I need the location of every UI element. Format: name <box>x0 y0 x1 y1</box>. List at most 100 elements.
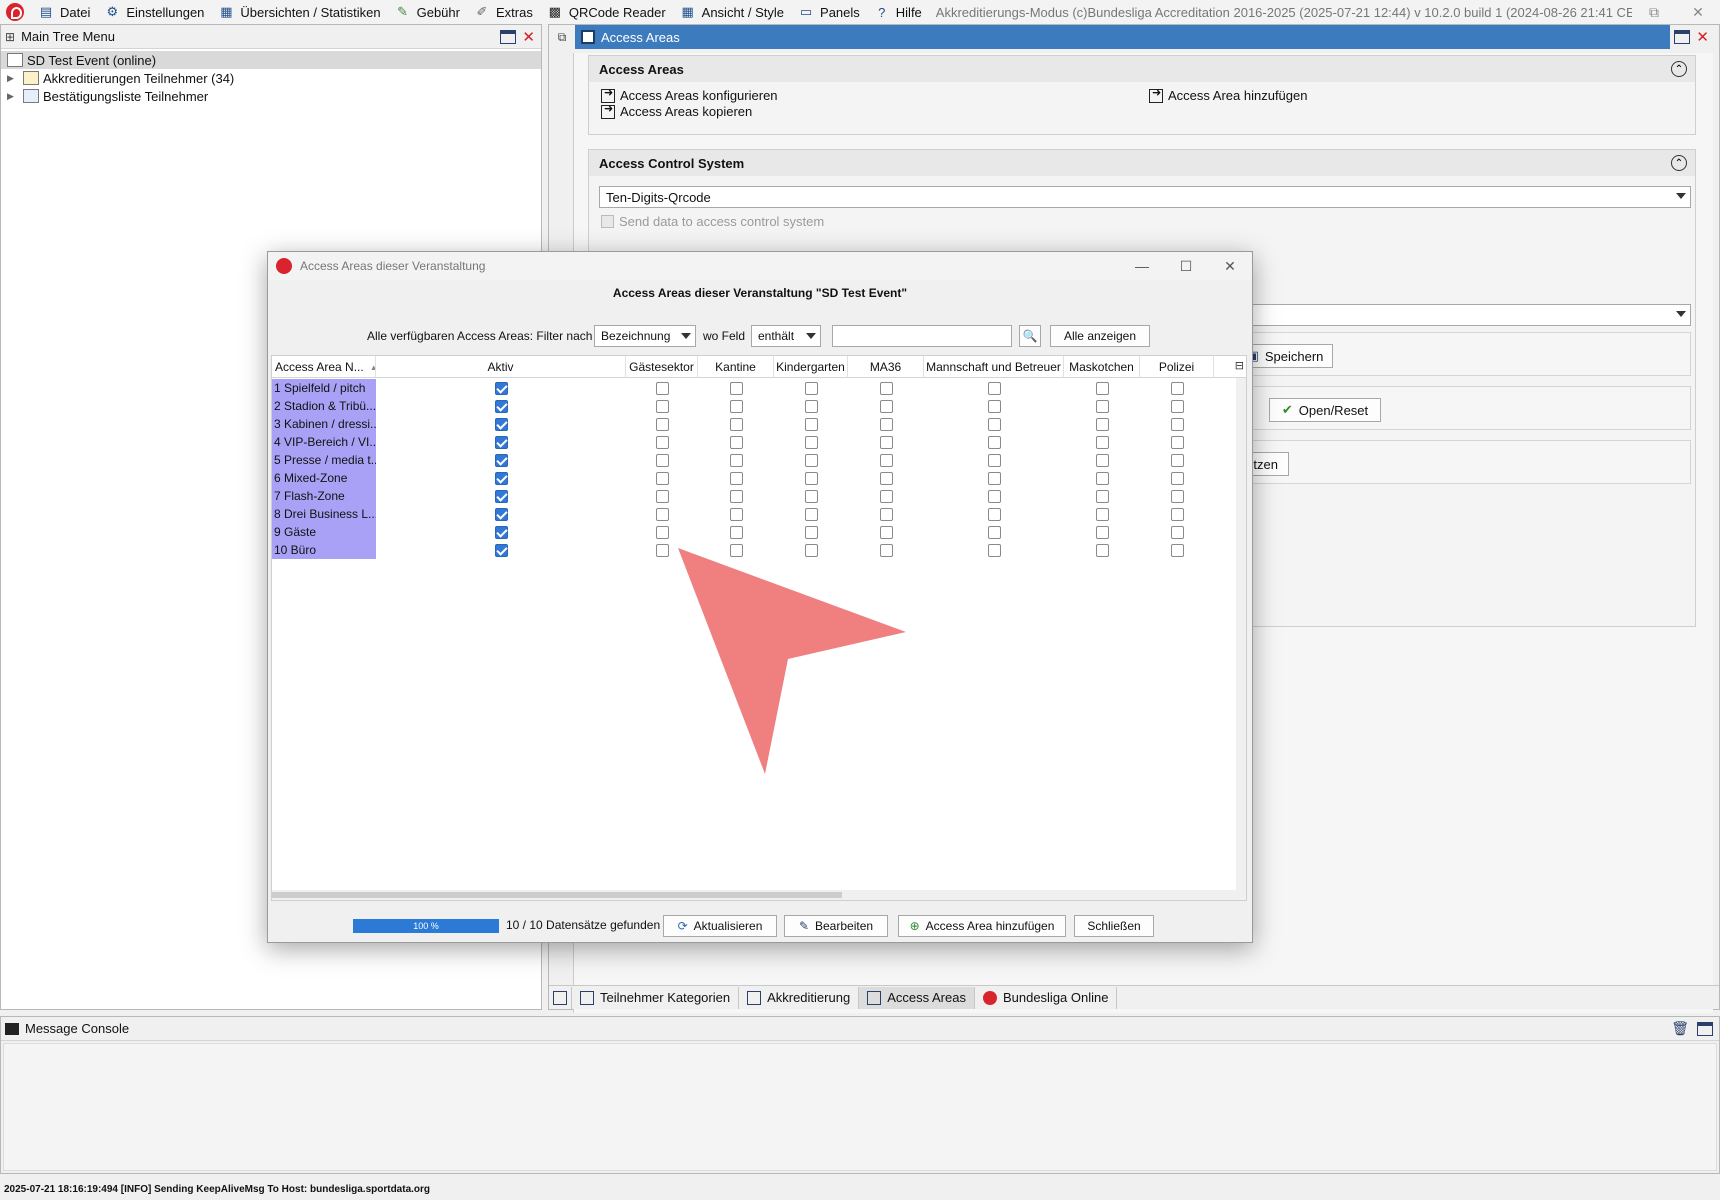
scroll-thumb[interactable] <box>272 892 842 898</box>
show-all-button[interactable]: Alle anzeigen <box>1050 325 1150 347</box>
area-checkbox[interactable] <box>879 435 893 449</box>
area-checkbox[interactable] <box>1095 417 1109 431</box>
close-panel-icon[interactable]: ✕ <box>522 28 535 46</box>
column-header[interactable]: Kindergarten <box>774 356 848 378</box>
area-name-cell[interactable]: 3 Kabinen / dressi... <box>272 415 376 433</box>
area-checkbox[interactable] <box>1095 507 1109 521</box>
aktiv-checkbox[interactable] <box>494 507 508 521</box>
minimize-icon[interactable]: — <box>1120 258 1164 274</box>
area-checkbox[interactable] <box>879 417 893 431</box>
area-name-cell[interactable]: 9 Gäste <box>272 523 376 541</box>
area-name-cell[interactable]: 6 Mixed-Zone <box>272 469 376 487</box>
area-checkbox[interactable] <box>879 471 893 485</box>
tab-bundesliga-online[interactable]: Bundesliga Online <box>975 986 1118 1009</box>
menu-gebuehr[interactable]: ✎ Gebühr <box>389 0 468 24</box>
link-configure-access-areas[interactable]: Access Areas konfigurieren <box>601 86 778 103</box>
close-icon[interactable]: ✕ <box>1208 258 1252 275</box>
area-checkbox[interactable] <box>729 489 743 503</box>
aktiv-checkbox[interactable] <box>494 453 508 467</box>
column-header[interactable]: Access Area N...▲ <box>272 356 376 378</box>
aktiv-checkbox[interactable] <box>494 471 508 485</box>
area-checkbox[interactable] <box>1095 471 1109 485</box>
panel-tab-access-areas[interactable]: Access Areas <box>575 25 1671 49</box>
area-checkbox[interactable] <box>1170 471 1184 485</box>
tab-access-areas[interactable]: Access Areas <box>859 986 975 1009</box>
table-row[interactable]: 7 Flash-Zone <box>272 487 1246 505</box>
area-checkbox[interactable] <box>804 435 818 449</box>
filter-operator-select[interactable]: enthält <box>751 325 821 347</box>
maximize-panel-icon[interactable] <box>1697 1021 1713 1036</box>
menu-panels[interactable]: ▭ Panels <box>792 0 868 24</box>
area-checkbox[interactable] <box>987 381 1001 395</box>
area-checkbox[interactable] <box>729 381 743 395</box>
table-row[interactable]: 4 VIP-Bereich / VI... <box>272 433 1246 451</box>
edit-button[interactable]: ✎ Bearbeiten <box>784 915 888 937</box>
vertical-scrollbar[interactable] <box>1236 378 1246 890</box>
access-control-system-select[interactable]: Ten-Digits-Qrcode <box>599 186 1691 208</box>
collapse-icon[interactable]: ⌃ <box>1671 155 1687 171</box>
aktiv-checkbox[interactable] <box>494 417 508 431</box>
restore-window-button[interactable]: ⧉ <box>1632 0 1676 24</box>
maximize-panel-icon[interactable] <box>500 29 517 44</box>
menu-extras[interactable]: ✐ Extras <box>468 0 541 24</box>
tab-akkreditierung[interactable]: Akkreditierung <box>739 986 860 1009</box>
expand-icon[interactable]: ▶ <box>7 91 19 102</box>
area-checkbox[interactable] <box>987 543 1001 557</box>
area-checkbox[interactable] <box>804 417 818 431</box>
column-header[interactable]: Gästesektor <box>626 356 698 378</box>
menu-qrcode-reader[interactable]: ▩ QRCode Reader <box>541 0 674 24</box>
area-checkbox[interactable] <box>655 381 669 395</box>
open-reset-button[interactable]: ✔ Open/Reset <box>1269 398 1381 422</box>
maximize-panel-icon[interactable] <box>1674 30 1691 44</box>
area-checkbox[interactable] <box>987 435 1001 449</box>
table-row[interactable]: 1 Spielfeld / pitch <box>272 379 1246 397</box>
refresh-button[interactable]: ⟳ Aktualisieren <box>663 915 777 937</box>
area-checkbox[interactable] <box>729 453 743 467</box>
area-checkbox[interactable] <box>655 471 669 485</box>
area-checkbox[interactable] <box>1095 489 1109 503</box>
column-header[interactable]: MA36 <box>848 356 924 378</box>
area-checkbox[interactable] <box>804 381 818 395</box>
area-checkbox[interactable] <box>655 525 669 539</box>
aktiv-checkbox[interactable] <box>494 435 508 449</box>
area-checkbox[interactable] <box>1095 381 1109 395</box>
area-checkbox[interactable] <box>987 453 1001 467</box>
area-checkbox[interactable] <box>1095 543 1109 557</box>
area-checkbox[interactable] <box>729 417 743 431</box>
menu-einstellungen[interactable]: ⚙ Einstellungen <box>98 0 212 24</box>
maximize-icon[interactable]: ☐ <box>1164 258 1208 275</box>
column-chooser-icon[interactable]: ⊟ <box>1235 359 1244 372</box>
tab-teilnehmer-kategorien[interactable]: Teilnehmer Kategorien <box>572 986 740 1009</box>
menu-ansicht-style[interactable]: ▦ Ansicht / Style <box>674 0 792 24</box>
menu-datei[interactable]: ▤ Datei <box>32 0 98 24</box>
collapse-icon[interactable]: ⌃ <box>1671 61 1687 77</box>
area-checkbox[interactable] <box>1095 525 1109 539</box>
area-checkbox[interactable] <box>1170 507 1184 521</box>
area-checkbox[interactable] <box>804 453 818 467</box>
menu-uebersichten[interactable]: ▦ Übersichten / Statistiken <box>212 0 388 24</box>
aktiv-checkbox[interactable] <box>494 381 508 395</box>
area-checkbox[interactable] <box>987 507 1001 521</box>
send-data-checkbox[interactable]: Send data to access control system <box>601 214 824 229</box>
area-checkbox[interactable] <box>655 417 669 431</box>
area-checkbox[interactable] <box>729 525 743 539</box>
area-checkbox[interactable] <box>987 489 1001 503</box>
close-button[interactable]: Schließen <box>1074 915 1154 937</box>
area-checkbox[interactable] <box>804 399 818 413</box>
close-window-button[interactable]: ✕ <box>1676 0 1720 24</box>
aktiv-checkbox[interactable] <box>494 525 508 539</box>
area-checkbox[interactable] <box>987 525 1001 539</box>
area-checkbox[interactable] <box>879 399 893 413</box>
close-panel-icon[interactable]: ✕ <box>1696 28 1709 46</box>
aktiv-checkbox[interactable] <box>494 399 508 413</box>
search-button[interactable]: 🔍 <box>1019 325 1041 347</box>
area-checkbox[interactable] <box>879 525 893 539</box>
panel-menu-icon[interactable]: ⧉ <box>549 25 575 49</box>
area-name-cell[interactable]: 8 Drei Business L... <box>272 505 376 523</box>
area-name-cell[interactable]: 5 Presse / media t... <box>272 451 376 469</box>
area-checkbox[interactable] <box>804 507 818 521</box>
table-row[interactable]: 10 Büro <box>272 541 1246 559</box>
table-row[interactable]: 8 Drei Business L... <box>272 505 1246 523</box>
area-checkbox[interactable] <box>1095 435 1109 449</box>
filter-field-select[interactable]: Bezeichnung <box>594 325 696 347</box>
